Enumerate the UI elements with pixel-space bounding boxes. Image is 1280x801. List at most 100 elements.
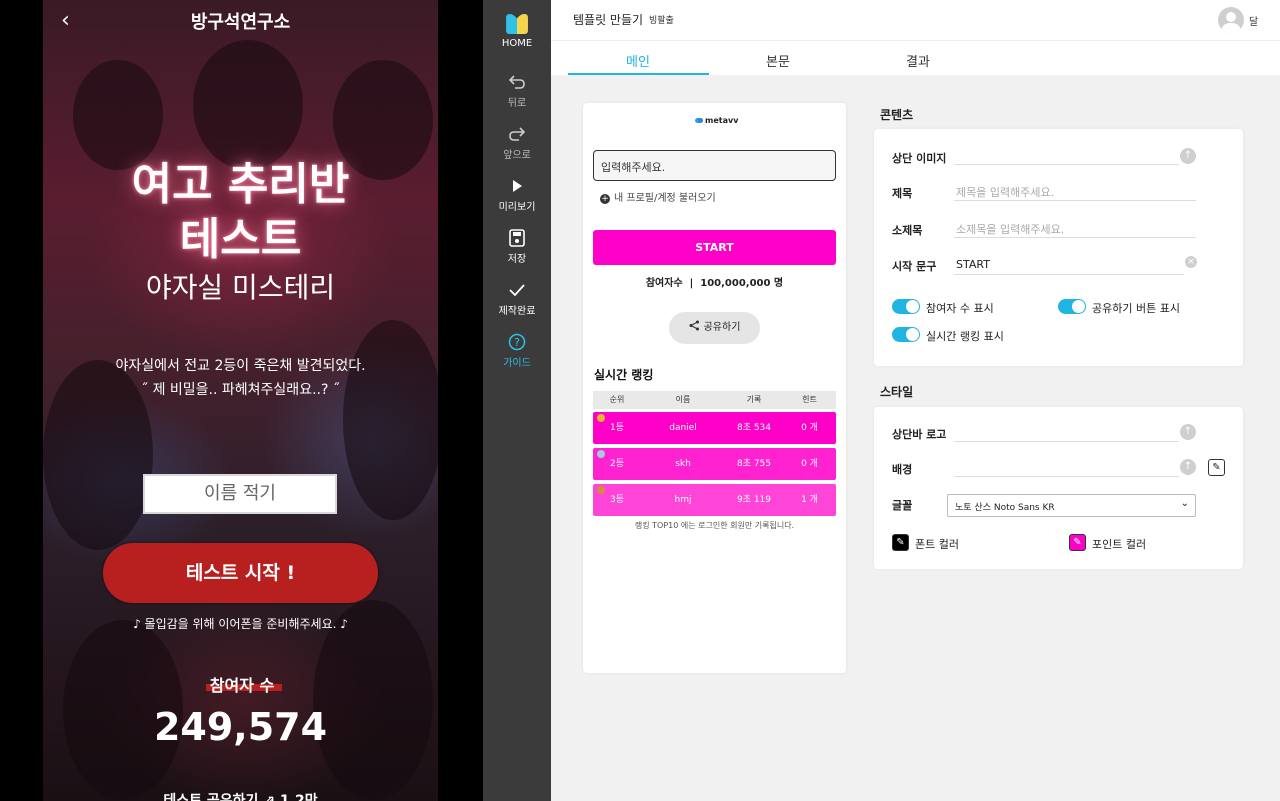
tab-main[interactable]: 메인 — [568, 51, 708, 70]
template-name[interactable]: 빙팔출 — [649, 13, 674, 26]
redo-label: 앞으로 — [503, 150, 531, 161]
home-label: HOME — [501, 38, 533, 49]
done-button[interactable]: 제작완료 — [483, 280, 551, 317]
eyedropper-icon[interactable]: ✎ — [1208, 459, 1225, 476]
card-participants-value: 100,000,000 명 — [700, 278, 784, 289]
card-share-button[interactable]: 공유하기 — [669, 312, 760, 344]
ranking-header-hint: 힌트 — [802, 395, 817, 404]
font-label: 글꼴 — [892, 499, 913, 512]
guide-button[interactable]: ? 가이드 — [483, 332, 551, 369]
background-field[interactable] — [954, 457, 1179, 477]
metavv-logo-text: metavv — [705, 116, 739, 125]
test-share-row[interactable]: 테스트 공유하기 ⇗ 1.2만 — [43, 790, 438, 801]
participants-toggle[interactable] — [892, 299, 920, 314]
share-toggle[interactable] — [1058, 299, 1086, 314]
help-icon: ? — [508, 333, 526, 351]
rank-cell: 2등 — [609, 459, 624, 469]
metavv-logo-icon — [695, 118, 703, 123]
user-icon — [1221, 12, 1241, 33]
name-input[interactable]: 이름 적기 — [143, 474, 337, 514]
upload-icon[interactable]: ↑ — [1180, 424, 1196, 440]
content-panel: 상단 이미지 ↑ 제목 제목을 입력해주세요. 소제목 소제목을 입력해주세요.… — [874, 129, 1243, 366]
undo-icon — [508, 75, 525, 89]
hint-cell: 0 개 — [801, 459, 818, 469]
chevron-down-icon: ⌄ — [1180, 498, 1189, 509]
page-title: 템플릿 만들기 — [573, 13, 644, 27]
participants-count: 249,574 — [153, 705, 328, 749]
top-bar: 템플릿 만들기 빙팔출 달 — [551, 0, 1280, 40]
name-cell: hmj — [674, 495, 692, 505]
metavv-logo: metavv — [695, 116, 738, 125]
ranking-title: 실시간 랭킹 — [594, 368, 654, 382]
subtitle-label: 소제목 — [892, 224, 923, 237]
load-profile-link[interactable]: + 내 프로필/계정 불러오기 — [600, 189, 716, 204]
ranking-row: 1등 daniel 8초 534 0 개 — [593, 412, 836, 444]
test-description-line1: 야자실에서 전교 2등이 죽은채 발견되었다. — [115, 358, 366, 374]
record-cell: 8초 755 — [736, 459, 772, 469]
participants-toggle-label: 참여자 수 표시 — [926, 302, 994, 315]
font-select[interactable]: 노토 산스 Noto Sans KR ⌄ — [947, 494, 1196, 517]
earphone-notice: ♪ 몰입감을 위해 이어폰을 준비해주세요. ♪ — [133, 617, 348, 631]
avatar[interactable] — [1218, 7, 1244, 33]
preview-right-gap — [438, 0, 483, 801]
test-subtitle: 야자실 미스테리 — [145, 271, 336, 304]
top-logo-field[interactable] — [954, 422, 1179, 442]
share-icon — [689, 320, 699, 331]
share-icon: ⇗ — [263, 793, 276, 801]
start-text-input[interactable]: START — [954, 255, 1184, 275]
top-image-field[interactable] — [954, 145, 1179, 165]
test-share-label: 테스트 공유하기 — [163, 793, 259, 801]
test-title-line2: 테스트 — [179, 214, 302, 265]
guide-label: 가이드 — [503, 358, 531, 369]
tool-sidebar: HOME 뒤로 앞으로 미리보기 저장 제작완료 ? 가이드 — [483, 0, 551, 801]
record-cell: 9초 119 — [736, 495, 772, 505]
name-cell: daniel — [669, 423, 697, 433]
save-label: 저장 — [507, 254, 527, 265]
redo-icon — [509, 127, 526, 141]
preview-button[interactable]: 미리보기 — [483, 176, 551, 213]
tab-result[interactable]: 결과 — [848, 51, 988, 70]
clear-icon[interactable]: × — [1185, 256, 1197, 268]
redo-button[interactable]: 앞으로 — [483, 124, 551, 161]
active-tab-indicator — [568, 73, 709, 75]
home-button[interactable]: HOME — [483, 14, 551, 49]
ranking-toggle[interactable] — [892, 327, 920, 342]
participants-label: 참여자 수 — [209, 676, 275, 695]
subtitle-input[interactable]: 소제목을 입력해주세요. — [954, 218, 1196, 238]
save-icon — [509, 229, 525, 247]
user-name[interactable]: 달 — [1249, 13, 1258, 28]
style-section-title: 스타일 — [880, 385, 914, 399]
content-section-title: 콘텐츠 — [880, 108, 914, 122]
load-profile-label: 내 프로필/계정 불러오기 — [614, 193, 716, 204]
ranking-header-name: 이름 — [675, 395, 691, 404]
upload-icon[interactable]: ↑ — [1180, 459, 1196, 475]
play-icon — [513, 180, 522, 192]
ranking-row: 2등 skh 8초 755 0 개 — [593, 448, 836, 480]
hint-cell: 1 개 — [801, 495, 818, 505]
style-panel: 상단바 로고 ↑ 배경 ↑ ✎ 글꼴 노토 산스 Noto Sans KR ⌄ ✎… — [874, 407, 1243, 569]
undo-button[interactable]: 뒤로 — [483, 72, 551, 109]
start-text-label: 시작 문구 — [892, 260, 937, 273]
name-cell: skh — [675, 459, 691, 469]
check-icon — [509, 284, 525, 297]
top-image-label: 상단 이미지 — [892, 152, 947, 165]
title-input[interactable]: 제목을 입력해주세요. — [954, 181, 1196, 201]
point-color-swatch[interactable]: ✎ — [1069, 534, 1086, 551]
tab-body[interactable]: 본문 — [708, 51, 848, 70]
card-name-input[interactable]: 입력해주세요. — [593, 150, 836, 181]
tab-bar: 메인 본문 결과 — [551, 40, 1280, 75]
test-description-line2: ˝ 제 비밀을.. 파헤쳐주실래요..? ˝ — [141, 382, 340, 398]
upload-icon[interactable]: ↑ — [1180, 148, 1196, 164]
card-participants: 참여자수 | 100,000,000 명 — [645, 278, 784, 289]
card-participants-label: 참여자수 — [645, 278, 683, 289]
font-color-swatch[interactable]: ✎ — [892, 534, 909, 551]
test-start-button[interactable]: 테스트 시작 ! — [103, 543, 378, 603]
hint-cell: 0 개 — [801, 423, 818, 433]
top-logo-label: 상단바 로고 — [892, 428, 947, 441]
record-cell: 8초 534 — [736, 423, 772, 433]
save-button[interactable]: 저장 — [483, 228, 551, 265]
card-start-button[interactable]: START — [593, 230, 836, 265]
main-page-preview-card: metavv 입력해주세요. + 내 프로필/계정 불러오기 START 참여자수… — [583, 103, 846, 673]
ranking-toggle-label: 실시간 랭킹 표시 — [926, 330, 1004, 343]
card-share-label: 공유하기 — [703, 322, 741, 333]
